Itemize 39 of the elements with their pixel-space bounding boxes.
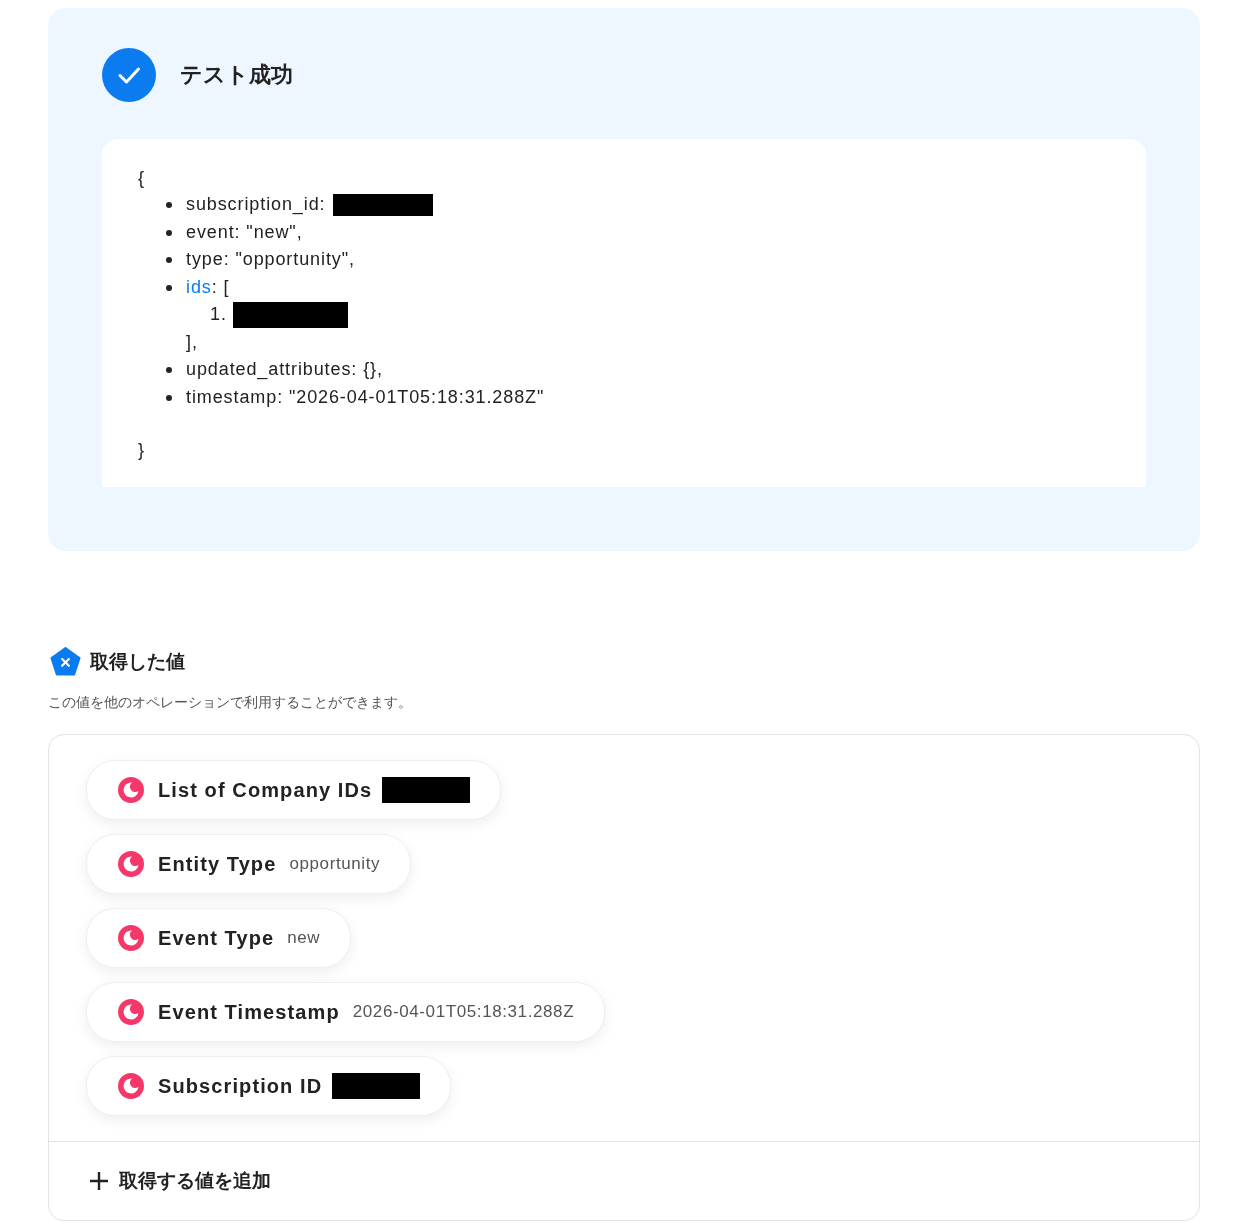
bullet-icon (166, 394, 172, 401)
list-number: 1. (210, 303, 227, 326)
bullet-icon (166, 257, 172, 263)
code-brace: { (138, 167, 146, 190)
bullet-icon (166, 367, 172, 373)
code-value: : {}, (351, 358, 383, 381)
code-key: type (186, 246, 224, 274)
code-key: event (186, 218, 235, 246)
value-chip[interactable]: List of Company IDs (86, 760, 502, 820)
code-key: subscription_id (186, 191, 320, 219)
app-logo-icon (118, 851, 144, 877)
code-value: : "2026-04-01T05:18:31.288Z" (277, 385, 545, 409)
result-title: テスト成功 (180, 61, 293, 89)
value-chip[interactable]: Event Type new (86, 908, 352, 968)
code-value: : (319, 193, 326, 216)
code-key: updated_attributes (186, 356, 352, 384)
plus-icon (89, 1171, 109, 1191)
add-value-button[interactable]: 取得する値を追加 (89, 1168, 271, 1194)
app-logo-icon (118, 1073, 144, 1099)
code-brace: } (138, 439, 146, 462)
bullet-icon (166, 202, 172, 208)
key-link[interactable]: ids (186, 273, 212, 301)
value-chip[interactable]: Entity Type opportunity (86, 834, 412, 894)
code-key: timestamp (186, 383, 278, 411)
check-icon (102, 48, 156, 102)
code-value: : "opportunity", (223, 248, 355, 271)
code-value: : [ (211, 275, 230, 299)
value-chip[interactable]: Subscription ID (86, 1056, 452, 1116)
section-title: 取得した値 (90, 649, 185, 674)
section-description: この値を他のオペレーションで利用することができます。 (48, 694, 413, 712)
code-value: : "new", (234, 220, 303, 244)
app-logo-icon (118, 777, 144, 803)
app-logo-icon (118, 925, 144, 951)
app-logo-icon (118, 999, 144, 1025)
bullet-icon (166, 229, 172, 236)
variable-icon (50, 647, 81, 676)
code-bracket: ], (186, 330, 199, 354)
value-chip[interactable]: Event Timestamp 2026-04-01T05:18:31.288Z (86, 982, 606, 1042)
bullet-icon (166, 284, 172, 291)
